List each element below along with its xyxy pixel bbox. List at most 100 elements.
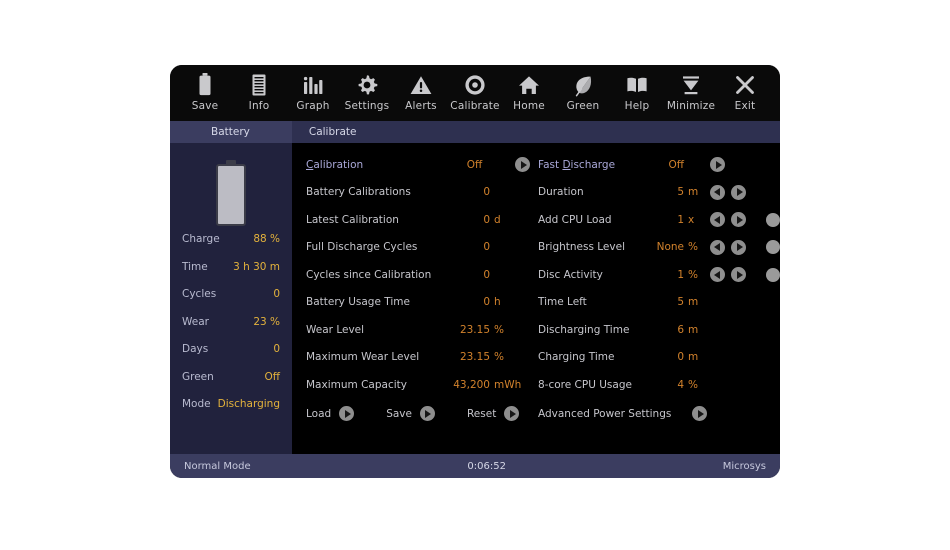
row-duration: Duration 5 m [538,179,780,207]
label-brightness-level: Brightness Level [538,241,625,254]
add-cpu-load-increase-button[interactable] [731,212,746,228]
toolbar-button-graph[interactable]: Graph [286,72,340,112]
status-mode: Normal Mode [184,460,251,472]
toolbar-button-alerts[interactable]: Alerts [394,72,448,112]
advanced-power-settings-label: Advanced Power Settings [538,407,672,420]
duration-increase-button[interactable] [731,184,746,200]
sidebar-row-days: Days 0 [170,343,292,371]
brightness-increase-button[interactable] [731,239,746,255]
load-button[interactable]: Load [306,406,355,421]
label-add-cpu-load: Add CPU Load [538,213,612,226]
disc-activity-decrease-button[interactable] [710,267,725,283]
sidebar-row-green: Green Off [170,371,292,399]
play-icon [509,409,516,418]
close-x-icon [733,72,757,98]
toolbar-label-save: Save [191,100,219,112]
main-panels: Calibration Off Battery Calibrations 0 L… [292,143,780,454]
sidebar-value-cycles: 0 [273,288,280,300]
duration-decrease-button[interactable] [710,184,725,200]
add-cpu-load-indicator-button[interactable] [766,212,780,227]
toolbar-button-exit[interactable]: Exit [718,72,772,112]
arrow-left-icon [713,243,720,252]
sidebar-value-wear: 23 % [253,315,280,328]
toolbar: Save Info Graph Settings Alerts Calibrat… [170,65,780,121]
unit-charging-time: m [688,351,699,364]
toolbar-button-minimize[interactable]: Minimize [664,72,718,112]
battery-vertical-icon [170,153,292,233]
sidebar-value-charge: 88 % [253,233,280,245]
sidebar-label-wear: Wear [182,315,209,328]
calibration-play-button[interactable] [515,157,530,173]
label-charging-time: Charging Time [538,351,615,364]
arrow-left-icon [713,270,720,279]
value-battery-calibrations: 0 [483,186,490,199]
toolbar-label-settings: Settings [344,100,390,112]
value-maximum-wear-level: 23.15 [459,351,490,364]
disc-activity-increase-button[interactable] [731,267,746,283]
toolbar-button-info[interactable]: Info [232,72,286,112]
arrow-left-icon [713,188,720,197]
toolbar-button-settings[interactable]: Settings [340,72,394,112]
toolbar-button-help[interactable]: Help [610,72,664,112]
row-cycles-since-calibration: Cycles since Calibration 0 [306,261,530,289]
value-full-discharge-cycles: 0 [483,241,490,254]
home-icon [517,72,541,98]
unit-maximum-capacity: mWh [494,378,522,391]
calibration-action-row: Load Save Reset [306,399,530,429]
unit-add-cpu-load: x [688,213,695,226]
disc-activity-indicator-button[interactable] [766,267,780,282]
save-play-button[interactable] [419,406,435,421]
gear-icon [355,72,379,98]
toolbar-label-help: Help [624,100,650,112]
row-battery-calibrations: Battery Calibrations 0 [306,179,530,207]
calibration-toggle-label: Calibration [306,159,427,171]
load-play-button[interactable] [339,406,355,421]
toolbar-label-minimize: Minimize [666,100,716,112]
toolbar-button-save[interactable]: Save [178,72,232,112]
value-disc-activity: 1 [677,268,684,281]
reset-button[interactable]: Reset [467,406,520,421]
label-maximum-wear-level: Maximum Wear Level [306,351,420,364]
label-time-left: Time Left [538,296,587,309]
sidebar-row-wear: Wear 23 % [170,316,292,344]
value-cpu-usage: 4 [677,378,684,391]
toolbar-label-green: Green [566,100,600,112]
toolbar-button-calibrate[interactable]: Calibrate [448,72,502,112]
status-timer: 0:06:52 [467,460,506,472]
label-battery-calibrations: Battery Calibrations [306,186,411,199]
label-latest-calibration: Latest Calibration [306,213,399,226]
unit-duration: m [688,186,699,199]
value-wear-level: 23.15 [459,323,490,336]
sidebar-label-time: Time [182,260,208,273]
unit-wear-level: % [494,323,504,336]
battery-icon [197,72,213,98]
add-cpu-load-decrease-button[interactable] [710,212,725,228]
row-maximum-wear-level: Maximum Wear Level 23.15 % [306,344,530,372]
reset-play-button[interactable] [504,406,520,421]
fast-discharge-play-button[interactable] [710,157,725,173]
toolbar-label-exit: Exit [734,100,756,112]
brightness-indicator-button[interactable] [766,240,780,255]
bar-chart-icon [302,72,324,98]
sidebar-label-days: Days [182,343,209,355]
calibration-panel: Calibration Off Battery Calibrations 0 L… [292,151,530,454]
toolbar-label-home: Home [513,100,545,112]
toolbar-button-green[interactable]: Green [556,72,610,112]
value-duration: 5 [677,186,684,199]
fast-discharge-header-row: Fast Discharge Off [538,151,780,179]
sidebar-row-time: Time 3 h 30 m [170,261,292,289]
status-bar: Normal Mode 0:06:52 Microsys [170,454,780,478]
status-vendor: Microsys [722,460,766,472]
battery-utility-window: Save Info Graph Settings Alerts Calibrat… [170,65,780,478]
save-button[interactable]: Save [386,406,435,421]
toolbar-button-home[interactable]: Home [502,72,556,112]
advanced-power-settings-row[interactable]: Advanced Power Settings [538,399,780,429]
row-add-cpu-load: Add CPU Load 1 x [538,206,780,234]
tab-battery[interactable]: Battery [211,126,250,138]
window-body: Charge 88 % Time 3 h 30 m Cycles 0 Wear … [170,143,780,454]
tab-calibrate[interactable]: Calibrate [309,126,357,138]
advanced-power-settings-button[interactable] [692,406,707,421]
brightness-decrease-button[interactable] [710,239,725,255]
arrow-left-icon [713,215,720,224]
document-icon [250,72,268,98]
